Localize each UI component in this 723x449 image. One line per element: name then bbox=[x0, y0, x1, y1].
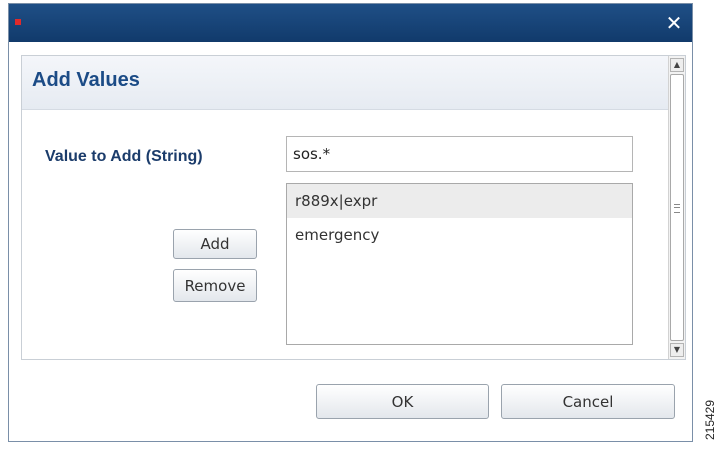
panel-header: Add Values bbox=[22, 56, 670, 110]
panel-title: Add Values bbox=[32, 69, 140, 91]
dialog-titlebar[interactable]: ✕ bbox=[9, 4, 692, 42]
figure-number: 215429 bbox=[700, 395, 720, 445]
values-listbox[interactable]: r889x|expr emergency bbox=[286, 183, 633, 345]
scroll-thumb[interactable] bbox=[670, 74, 684, 341]
remove-button[interactable]: Remove bbox=[173, 269, 257, 302]
close-icon[interactable]: ✕ bbox=[664, 13, 684, 33]
list-item[interactable]: emergency bbox=[287, 218, 632, 252]
list-item[interactable]: r889x|expr bbox=[287, 184, 632, 218]
ok-button[interactable]: OK bbox=[316, 384, 489, 419]
cancel-button[interactable]: Cancel bbox=[501, 384, 675, 419]
add-values-panel: Add Values Value to Add (String) r889x|e… bbox=[21, 55, 686, 360]
figure-number-text: 215429 bbox=[703, 399, 717, 441]
window-marker-icon bbox=[15, 19, 21, 25]
scroll-down-icon[interactable]: ▼ bbox=[670, 343, 684, 357]
value-to-add-input[interactable] bbox=[286, 136, 633, 172]
add-values-dialog: ✕ Add Values Value to Add (String) r889x… bbox=[8, 3, 693, 442]
panel-scrollbar[interactable]: ▲ ▼ bbox=[668, 56, 685, 359]
add-button[interactable]: Add bbox=[173, 229, 257, 259]
value-to-add-label: Value to Add (String) bbox=[45, 148, 203, 165]
scroll-grip-icon bbox=[674, 204, 680, 213]
scroll-up-icon[interactable]: ▲ bbox=[670, 58, 684, 72]
